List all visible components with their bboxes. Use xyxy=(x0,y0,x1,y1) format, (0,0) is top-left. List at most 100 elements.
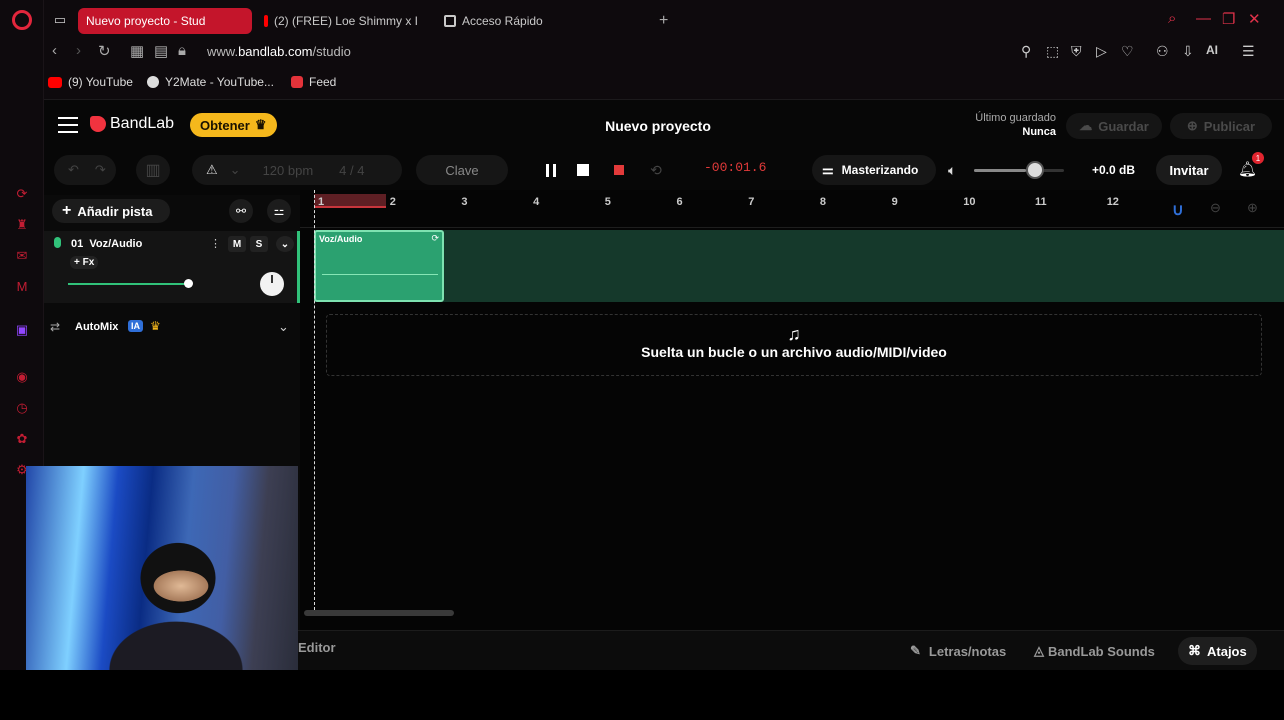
track-volume-slider[interactable] xyxy=(68,283,188,285)
key-button[interactable]: Clave xyxy=(416,155,508,185)
lyrics-button[interactable]: ✎ Letras/notas xyxy=(900,637,1016,665)
extensions-icon[interactable]: ✿ xyxy=(14,431,30,447)
messenger-icon[interactable]: ✉ xyxy=(14,248,30,264)
time-signature-field[interactable]: 4 / 4 xyxy=(339,163,364,178)
timeline[interactable]: 1 2 3 4 5 6 7 8 9 10 11 12 ∪ ⊖ ⊕ Voz/Audio ⟳ ♫ Suel… xyxy=(300,190,1284,670)
drop-zone[interactable]: ♫ Suelta un bucle o un archivo audio/MID… xyxy=(326,314,1262,376)
snapshot-icon[interactable]: ▦ xyxy=(130,42,144,60)
redo-icon[interactable]: ↷ xyxy=(95,162,106,178)
measure-number: 5 xyxy=(604,196,611,208)
chevron-down-icon[interactable]: ⌄ xyxy=(276,236,294,252)
save-status: Último guardado Nunca xyxy=(975,112,1056,138)
tab-quick-access[interactable]: Acceso Rápido xyxy=(436,8,596,34)
pin-icon[interactable]: ⚲ xyxy=(1021,43,1031,60)
track-lane[interactable] xyxy=(314,230,1284,302)
youtube-icon xyxy=(48,76,62,88)
editor-tab[interactable]: Editor xyxy=(298,640,336,655)
mixer-icon: ⚌ xyxy=(822,162,834,177)
mastering-button[interactable]: ⚌ Masterizando xyxy=(812,155,936,185)
undo-icon[interactable]: ↶ xyxy=(68,162,79,178)
play-icon[interactable]: ▷ xyxy=(1096,43,1107,60)
zoom-out-icon[interactable]: ⊖ xyxy=(1210,200,1221,216)
loop-region[interactable] xyxy=(314,194,386,208)
ai-button[interactable]: AI xyxy=(1206,43,1218,57)
gmail-icon[interactable]: M xyxy=(14,279,30,295)
tab-bandlab[interactable]: Nuevo proyecto - Stud xyxy=(78,8,252,34)
time-display: -00:01.6 xyxy=(704,160,767,175)
ruler[interactable]: 1 2 3 4 5 6 7 8 9 10 11 12 ∪ ⊖ ⊕ xyxy=(300,190,1284,228)
url-field[interactable]: www.bandlab.com/studio xyxy=(207,44,351,59)
bandlab-sounds-button[interactable]: ◬ BandLab Sounds xyxy=(1024,637,1165,665)
new-tab-button[interactable]: + xyxy=(659,12,668,30)
add-track-button[interactable]: + Añadir pista xyxy=(52,199,170,223)
tempo-field[interactable]: 120 bpm xyxy=(263,163,314,178)
close-icon[interactable]: ✕ xyxy=(1248,10,1261,28)
tab-youtube[interactable]: (2) (FREE) Loe Shimmy x I xyxy=(256,8,426,34)
pan-knob[interactable] xyxy=(260,272,284,296)
bandlab-logo[interactable]: BandLab xyxy=(90,115,174,133)
opera-logo-icon[interactable] xyxy=(12,10,32,30)
heart-icon[interactable]: ♡ xyxy=(1121,43,1134,60)
history-icon[interactable]: ◷ xyxy=(14,400,30,416)
track-name[interactable]: 01 Voz/Audio xyxy=(71,238,142,250)
crypto-wallet-icon[interactable]: ♜ xyxy=(14,217,30,233)
menu-icon[interactable]: ☰ xyxy=(1242,43,1255,60)
publish-button[interactable]: ⊕ Publicar xyxy=(1170,113,1272,139)
twitch-icon[interactable]: ▣ xyxy=(14,322,30,338)
audio-clip[interactable]: Voz/Audio ⟳ xyxy=(314,230,444,302)
project-title[interactable]: Nuevo proyecto xyxy=(564,118,752,134)
notification-badge: 1 xyxy=(1252,152,1264,164)
master-volume-slider[interactable] xyxy=(974,169,1064,172)
save-button[interactable]: ☁ Guardar xyxy=(1066,113,1162,139)
wallet-icon[interactable]: ▤ xyxy=(154,42,168,60)
chevron-down-icon[interactable]: ⌄ xyxy=(278,319,289,335)
plus-icon: + xyxy=(62,202,72,219)
automix-row[interactable]: ⇄ AutoMix IA ♛ ⌄ xyxy=(44,315,300,343)
snap-magnet-icon[interactable]: ∪ xyxy=(1172,200,1184,220)
bookmark-youtube[interactable]: (9) YouTube xyxy=(48,75,133,89)
master-volume-knob[interactable] xyxy=(1026,161,1044,179)
loop-icon[interactable]: ⟲ xyxy=(644,158,668,182)
stop-icon[interactable] xyxy=(571,158,595,182)
record-icon[interactable] xyxy=(607,158,631,182)
bookmark-feed[interactable]: Feed xyxy=(291,75,336,89)
tuner-icon[interactable]: ⚯ xyxy=(229,199,253,223)
crop-icon[interactable]: ⬚ xyxy=(1046,43,1059,60)
aria-icon[interactable]: ⟳ xyxy=(14,186,30,202)
mute-button[interactable]: M xyxy=(228,236,246,252)
horizontal-scrollbar[interactable] xyxy=(304,610,454,616)
metronome-dropdown-icon[interactable]: ⌄ xyxy=(230,162,241,178)
get-membership-button[interactable]: Obtener ♛ xyxy=(190,113,277,137)
transport-bar: ↶ ↷ ▥ ⚠ ⌄ 120 bpm 4 / 4 Clave ⟲ -00:01.6… xyxy=(44,150,1284,190)
search-tabs-icon[interactable]: ⌕ xyxy=(1168,10,1176,27)
reload-icon[interactable]: ↻ xyxy=(98,42,111,60)
download-icon[interactable]: ⇩ xyxy=(1182,43,1194,60)
track-header[interactable]: 01 Voz/Audio + Fx ⋮ M S ⌄ xyxy=(44,231,300,303)
shield-icon[interactable]: ⛨ xyxy=(1071,43,1082,60)
track-options-icon[interactable]: ⋮ xyxy=(210,237,221,250)
track-settings-icon[interactable]: ⚍ xyxy=(267,199,291,223)
pause-icon[interactable] xyxy=(539,158,563,182)
tempo-group: ⚠ ⌄ 120 bpm 4 / 4 xyxy=(192,155,402,185)
back-icon[interactable]: ‹ xyxy=(52,42,57,59)
loop-icon[interactable]: ⟳ xyxy=(431,233,439,244)
forward-icon[interactable]: › xyxy=(76,42,81,59)
zoom-in-icon[interactable]: ⊕ xyxy=(1247,200,1258,216)
solo-button[interactable]: S xyxy=(250,236,268,252)
bandlab-icon xyxy=(291,76,303,88)
track-volume-knob[interactable] xyxy=(184,279,193,288)
minimize-icon[interactable]: — xyxy=(1196,10,1211,27)
player-icon[interactable]: ◉ xyxy=(14,369,30,385)
instruments-button[interactable]: ▥ xyxy=(136,155,170,185)
workspaces-icon[interactable]: ▭ xyxy=(52,12,68,28)
metronome-icon[interactable]: ⚠ xyxy=(206,162,218,178)
bookmark-y2mate[interactable]: Y2Mate - YouTube... xyxy=(147,75,274,89)
hamburger-menu-icon[interactable] xyxy=(58,117,78,133)
playhead[interactable] xyxy=(314,190,315,610)
shortcuts-button[interactable]: ⌘ Atajos xyxy=(1178,637,1257,665)
profile-icon[interactable]: ⚇ xyxy=(1156,43,1169,60)
speaker-icon[interactable]: 🔈︎ xyxy=(948,162,956,179)
maximize-icon[interactable]: ❐ xyxy=(1222,10,1235,28)
fx-button[interactable]: + Fx xyxy=(70,256,99,269)
invite-button[interactable]: Invitar xyxy=(1156,155,1222,185)
